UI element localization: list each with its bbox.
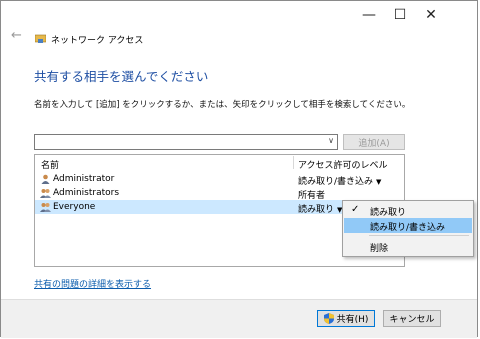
column-header-access[interactable]: アクセス許可のレベル [298, 158, 388, 171]
list-row-administrators[interactable]: Administrators 所有者 [35, 186, 404, 201]
page-heading: 共有する相手を選んでください [34, 69, 209, 84]
access-level-dropdown[interactable]: 読み取り ▼ [298, 202, 342, 215]
column-divider[interactable] [293, 156, 294, 169]
uac-shield-icon [323, 313, 334, 324]
menu-item-read-write[interactable]: 読み取り/書き込み [344, 218, 472, 233]
chevron-down-icon[interactable]: ∨ [328, 136, 334, 145]
checkmark-icon: ✓ [351, 204, 360, 215]
network-access-window: — ☐ ✕ ← ネットワーク アクセス 共有する相手を選んでください 名前を入力… [0, 0, 478, 338]
cancel-button[interactable]: キャンセル [383, 310, 441, 327]
menu-item-remove[interactable]: 削除 [344, 239, 472, 254]
group-icon [40, 203, 51, 212]
back-button[interactable]: ← [11, 28, 22, 43]
menu-item-read[interactable]: ✓ 読み取り [344, 203, 472, 218]
menu-item-label: 削除 [370, 244, 389, 254]
list-header: 名前 アクセス許可のレベル [35, 155, 404, 171]
dialog-footer: 共有(H) キャンセル [1, 299, 477, 338]
menu-item-label: 読み取り/書き込み [370, 223, 446, 233]
column-header-name[interactable]: 名前 [41, 158, 59, 171]
close-icon: ✕ [425, 7, 437, 23]
menu-item-label: 読み取り [370, 208, 407, 218]
dropdown-arrow-icon: ▼ [376, 178, 382, 186]
maximize-icon: ☐ [393, 7, 407, 23]
access-level-menu: ✓ 読み取り 読み取り/書き込み 削除 [342, 200, 474, 257]
access-level-value: 読み取り [298, 205, 335, 215]
network-folder-icon [35, 34, 46, 43]
share-button[interactable]: 共有(H) [317, 310, 375, 327]
sharing-help-link[interactable]: 共有の問題の詳細を表示する [34, 277, 151, 290]
menu-separator [369, 235, 469, 236]
window-title: ネットワーク アクセス [51, 36, 144, 46]
instruction-text: 名前を入力して [追加] をクリックするか、または、矢印をクリックして相手を検索… [34, 100, 411, 110]
group-icon [40, 189, 51, 198]
close-button[interactable]: ✕ [415, 3, 447, 27]
minimize-button[interactable]: — [353, 3, 385, 27]
row-name: Administrators [53, 188, 120, 198]
minimize-icon: — [362, 7, 376, 23]
maximize-button[interactable]: ☐ [384, 3, 416, 27]
list-row-administrator[interactable]: Administrator 読み取り/書き込み ▼ [35, 172, 404, 187]
add-button[interactable]: 追加(A) [343, 134, 405, 150]
user-icon [41, 174, 50, 184]
back-arrow-icon: ← [11, 28, 22, 43]
row-name: Administrator [53, 174, 115, 184]
row-name: Everyone [53, 202, 96, 212]
share-button-label: 共有(H) [336, 315, 369, 325]
name-combobox[interactable]: ∨ [34, 134, 338, 150]
